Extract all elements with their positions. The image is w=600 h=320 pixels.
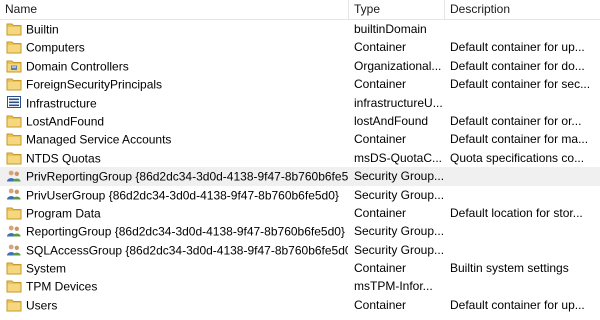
item-name: TPM Devices — [26, 280, 98, 295]
item-description — [444, 94, 600, 112]
item-name: PrivReportingGroup {86d2dc34-3d0d-4138-9… — [26, 169, 348, 184]
item-type: Security Group... — [354, 224, 444, 239]
folder-icon — [6, 151, 22, 165]
folder-icon — [6, 279, 22, 293]
column-header-description[interactable]: Description — [444, 0, 600, 19]
item-description: Default container for or... — [450, 113, 582, 128]
security-group-icon — [6, 169, 22, 183]
list-item-foreign-security-principals[interactable]: ForeignSecurityPrincipals Container Defa… — [0, 75, 600, 93]
item-type: Container — [354, 40, 407, 55]
item-type: infrastructureU... — [354, 95, 443, 110]
folder-icon — [6, 114, 22, 128]
item-description: Builtin system settings — [450, 261, 569, 276]
item-description — [444, 20, 600, 38]
item-type: Security Group... — [354, 187, 444, 202]
item-description — [444, 186, 600, 204]
list-item-infrastructure[interactable]: Infrastructure infrastructureU... — [0, 94, 600, 112]
item-name: PrivUserGroup {86d2dc34-3d0d-4138-9f47-8… — [26, 188, 339, 203]
item-description: Default container for ma... — [450, 132, 589, 147]
list-item-builtin[interactable]: Builtin builtinDomain — [0, 20, 600, 38]
item-name: NTDS Quotas — [26, 151, 101, 166]
folder-icon — [6, 132, 22, 146]
item-description — [444, 241, 600, 259]
item-name: Program Data — [26, 206, 101, 221]
item-description — [444, 222, 600, 240]
column-header-name[interactable]: Name — [0, 0, 348, 19]
list-item-system[interactable]: System Container Builtin system settings — [0, 259, 600, 277]
item-name: SQLAccessGroup {86d2dc34-3d0d-4138-9f47-… — [26, 243, 348, 258]
item-description — [444, 167, 600, 185]
item-name: Infrastructure — [26, 96, 97, 111]
list-item-reporting-group[interactable]: ReportingGroup {86d2dc34-3d0d-4138-9f47-… — [0, 222, 600, 240]
item-description — [444, 277, 600, 295]
item-description: Default container for up... — [450, 40, 585, 55]
list-item-managed-service-accounts[interactable]: Managed Service Accounts Container Defau… — [0, 130, 600, 148]
object-list: Builtin builtinDomain Computers Containe… — [0, 20, 600, 314]
infrastructure-icon — [6, 95, 22, 109]
item-name: System — [26, 261, 67, 276]
item-type: Security Group... — [354, 169, 444, 184]
security-group-icon — [6, 243, 22, 257]
list-item-users[interactable]: Users Container Default container for up… — [0, 296, 600, 314]
item-description: Quota specifications co... — [450, 150, 585, 165]
item-type: msTPM-Infor... — [354, 279, 433, 294]
list-header: Name Type Description — [0, 0, 600, 20]
item-name: Managed Service Accounts — [26, 132, 172, 147]
item-name: Builtin — [26, 22, 59, 37]
item-type: Container — [354, 132, 407, 147]
item-name: Computers — [26, 41, 85, 56]
column-header-type[interactable]: Type — [348, 0, 444, 19]
item-type: lostAndFound — [354, 113, 429, 128]
list-item-sql-access-group[interactable]: SQLAccessGroup {86d2dc34-3d0d-4138-9f47-… — [0, 241, 600, 259]
item-name: LostAndFound — [26, 114, 105, 129]
item-type: Container — [354, 77, 407, 92]
list-item-ntds-quotas[interactable]: NTDS Quotas msDS-QuotaC... Quota specifi… — [0, 149, 600, 167]
list-item-priv-user-group[interactable]: PrivUserGroup {86d2dc34-3d0d-4138-9f47-8… — [0, 186, 600, 204]
folder-icon — [6, 77, 22, 91]
folder-icon — [6, 40, 22, 54]
list-item-computers[interactable]: Computers Container Default container fo… — [0, 38, 600, 56]
list-item-lost-and-found[interactable]: LostAndFound lostAndFound Default contai… — [0, 112, 600, 130]
item-type: builtinDomain — [354, 22, 427, 36]
item-type: Organizational... — [354, 58, 442, 73]
list-item-program-data[interactable]: Program Data Container Default location … — [0, 204, 600, 222]
item-type: Container — [354, 297, 407, 312]
item-description: Default container for up... — [450, 297, 585, 312]
item-description: Default container for sec... — [450, 77, 591, 92]
list-item-tpm-devices[interactable]: TPM Devices msTPM-Infor... — [0, 277, 600, 295]
item-type: Security Group... — [354, 242, 444, 257]
folder-icon — [6, 206, 22, 220]
item-description: Default location for stor... — [450, 205, 583, 220]
item-name: Domain Controllers — [26, 59, 129, 74]
item-type: Container — [354, 261, 407, 276]
item-name: Users — [26, 298, 58, 313]
security-group-icon — [6, 224, 22, 238]
folder-icon — [6, 22, 22, 36]
item-description: Default container for do... — [450, 58, 585, 73]
item-type: Container — [354, 205, 407, 220]
list-item-priv-reporting-group[interactable]: PrivReportingGroup {86d2dc34-3d0d-4138-9… — [0, 167, 600, 186]
ou-folder-icon — [6, 59, 22, 73]
item-name: ForeignSecurityPrincipals — [26, 77, 163, 92]
folder-icon — [6, 298, 22, 312]
item-name: ReportingGroup {86d2dc34-3d0d-4138-9f47-… — [26, 224, 345, 239]
list-item-domain-controllers[interactable]: Domain Controllers Organizational... Def… — [0, 57, 600, 75]
folder-icon — [6, 261, 22, 275]
item-type: msDS-QuotaC... — [354, 150, 443, 165]
security-group-icon — [6, 187, 22, 201]
